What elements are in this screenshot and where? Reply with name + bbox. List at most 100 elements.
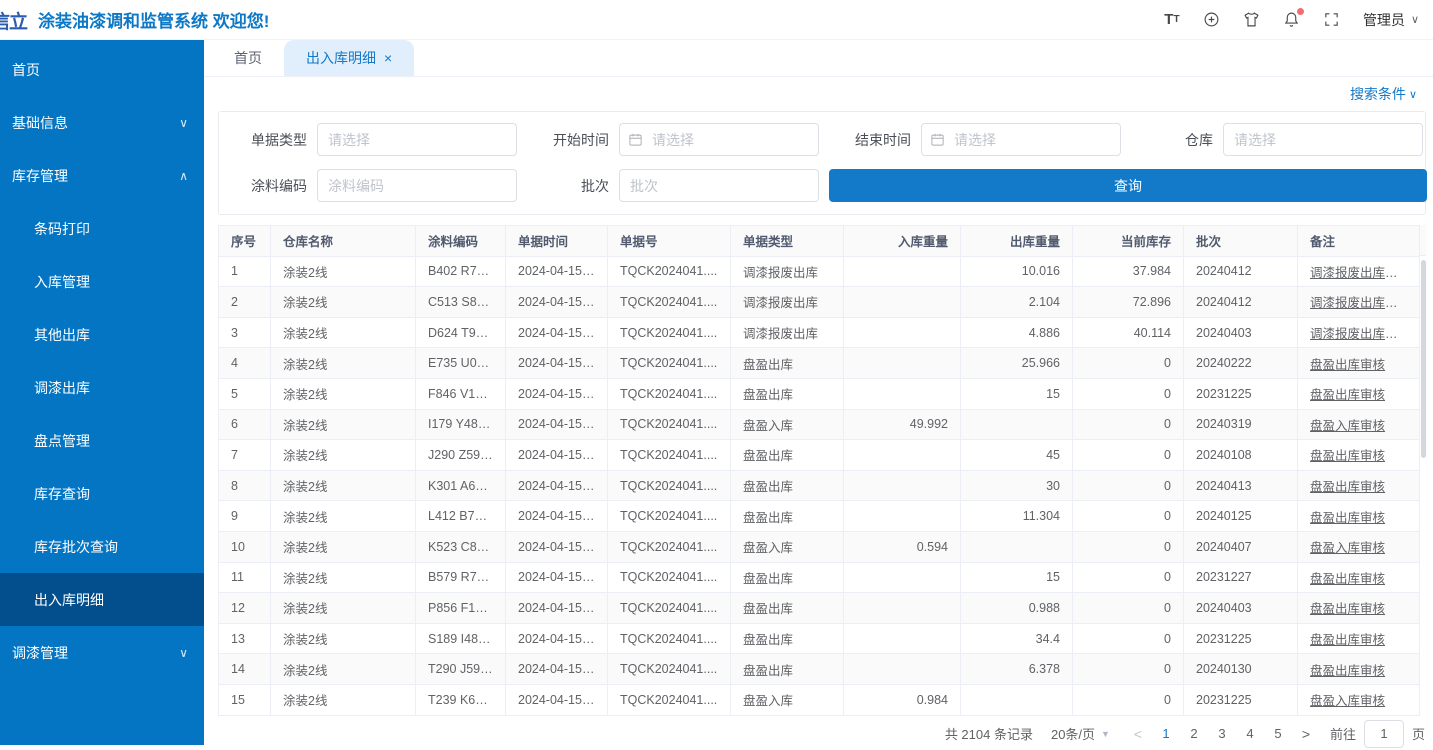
query-button[interactable]: 查询 <box>829 169 1427 202</box>
goto-page-input[interactable] <box>1364 720 1404 748</box>
goto-suffix: 页 <box>1412 724 1425 743</box>
column-header-7: 出库重量 <box>961 226 1073 257</box>
tab-label: 首页 <box>234 48 262 68</box>
search-panel: 单据类型开始时间结束时间仓库 涂料编码批次查询 <box>218 111 1426 215</box>
cell-序号: 9 <box>219 501 271 532</box>
cell-涂料编码: D624 T937-8DT <box>416 317 506 348</box>
user-menu[interactable]: 管理员 ∨ <box>1363 10 1419 30</box>
page-size-label: 20条/页 <box>1051 724 1095 743</box>
sidebar-item-label: 库存管理 <box>12 166 68 186</box>
bell-icon[interactable] <box>1283 11 1301 29</box>
cell-单据时间: 2024-04-15 14:... <box>506 623 608 654</box>
chevron-down-icon: ▼ <box>1101 729 1110 739</box>
cell-备注[interactable]: 盘盈出库审核 <box>1298 348 1420 379</box>
cell-出库重量: 25.966 <box>961 348 1073 379</box>
sidebar-item-7[interactable]: 盘点管理 <box>0 414 204 467</box>
cell-序号: 5 <box>219 378 271 409</box>
prev-page-button[interactable]: < <box>1124 720 1152 748</box>
cell-批次: 20240130 <box>1184 654 1298 685</box>
table-row: 12涂装2线P856 F159-0PF2024-04-15 14:...TQCK… <box>219 593 1420 624</box>
cell-当前库存: 0 <box>1073 440 1184 471</box>
font-size-icon[interactable]: TT <box>1163 11 1181 29</box>
close-icon[interactable]: × <box>384 51 392 65</box>
text-input[interactable] <box>619 169 819 202</box>
date-input[interactable] <box>921 123 1121 156</box>
sidebar-item-9[interactable]: 库存批次查询 <box>0 520 204 573</box>
cell-出库重量 <box>961 684 1073 715</box>
sidebar-item-5[interactable]: 其他出库 <box>0 308 204 361</box>
cell-仓库名称: 涂装2线 <box>271 593 416 624</box>
search-conditions-link[interactable]: 搜索条件 ∨ <box>1350 84 1417 104</box>
cell-备注[interactable]: 盘盈出库审核 <box>1298 623 1420 654</box>
sidebar-item-2[interactable]: 库存管理∧ <box>0 149 204 202</box>
cell-备注[interactable]: 盘盈出库审核 <box>1298 562 1420 593</box>
cell-入库重量 <box>844 256 961 287</box>
cell-批次: 20240412 <box>1184 287 1298 318</box>
cell-批次: 20240413 <box>1184 470 1298 501</box>
tab-0[interactable]: 首页 <box>212 40 284 76</box>
circle-plus-icon[interactable] <box>1203 11 1221 29</box>
table-row: 8涂装2线K301 A604-5KA2024-04-15 14:...TQCK2… <box>219 470 1420 501</box>
cell-备注[interactable]: 调漆报废出库审核 <box>1298 287 1420 318</box>
cell-备注[interactable]: 盘盈出库审核 <box>1298 593 1420 624</box>
cell-备注[interactable]: 调漆报废出库审核 <box>1298 256 1420 287</box>
search-row-2: 涂料编码批次查询 <box>219 169 1425 202</box>
cell-单据号: TQCK2024041.... <box>608 562 731 593</box>
text-input[interactable] <box>317 169 517 202</box>
search-conditions-label: 搜索条件 <box>1350 84 1406 104</box>
sidebar-item-3[interactable]: 条码打印 <box>0 202 204 255</box>
cell-备注[interactable]: 盘盈入库审核 <box>1298 684 1420 715</box>
select-input[interactable] <box>1223 123 1423 156</box>
table-row: 5涂装2线F846 V159-0FV2024-04-15 14:...TQCK2… <box>219 378 1420 409</box>
page-size-select[interactable]: 20条/页 ▼ <box>1051 724 1110 743</box>
logo-text: 信立 <box>0 12 27 33</box>
column-header-2: 涂料编码 <box>416 226 506 257</box>
table-row: 9涂装2线L412 B715-6LB2024-04-15 14:...TQCK2… <box>219 501 1420 532</box>
cell-入库重量: 0.984 <box>844 684 961 715</box>
sidebar-item-10[interactable]: 出入库明细 <box>0 573 204 626</box>
cell-入库重量 <box>844 623 961 654</box>
sidebar-item-label: 入库管理 <box>34 272 90 292</box>
cell-备注[interactable]: 盘盈出库审核 <box>1298 378 1420 409</box>
sidebar-item-0[interactable]: 首页 <box>0 43 204 96</box>
cell-备注[interactable]: 盘盈出库审核 <box>1298 654 1420 685</box>
cell-入库重量 <box>844 287 961 318</box>
cell-单据时间: 2024-04-15 14:... <box>506 501 608 532</box>
sidebar-item-11[interactable]: 调漆管理∨ <box>0 626 204 679</box>
page-number-3[interactable]: 3 <box>1208 720 1236 748</box>
table-row: 13涂装2线S189 I482-3SI2024-04-15 14:...TQCK… <box>219 623 1420 654</box>
cell-出库重量: 4.886 <box>961 317 1073 348</box>
cell-备注[interactable]: 盘盈入库审核 <box>1298 409 1420 440</box>
sidebar-item-4[interactable]: 入库管理 <box>0 255 204 308</box>
sidebar-item-1[interactable]: 基础信息∨ <box>0 96 204 149</box>
page-number-1[interactable]: 1 <box>1152 720 1180 748</box>
search-toggle-row: 搜索条件 ∨ <box>204 77 1433 111</box>
page-number-5[interactable]: 5 <box>1264 720 1292 748</box>
next-page-button[interactable]: > <box>1292 720 1320 748</box>
cell-备注[interactable]: 盘盈出库审核 <box>1298 470 1420 501</box>
select-input[interactable] <box>317 123 517 156</box>
cell-备注[interactable]: 盘盈出库审核 <box>1298 440 1420 471</box>
cell-入库重量 <box>844 440 961 471</box>
page-number-2[interactable]: 2 <box>1180 720 1208 748</box>
tab-bar: 首页 出入库明细× <box>204 40 1433 77</box>
fullscreen-icon[interactable] <box>1323 11 1341 29</box>
cell-当前库存: 40.114 <box>1073 317 1184 348</box>
date-input[interactable] <box>619 123 819 156</box>
tab-1[interactable]: 出入库明细× <box>284 40 414 76</box>
table-scrollbar-thumb[interactable] <box>1421 260 1426 458</box>
page-number-4[interactable]: 4 <box>1236 720 1264 748</box>
cell-仓库名称: 涂装2线 <box>271 409 416 440</box>
cell-序号: 8 <box>219 470 271 501</box>
sidebar-item-6[interactable]: 调漆出库 <box>0 361 204 414</box>
cell-备注[interactable]: 盘盈出库审核 <box>1298 501 1420 532</box>
theme-shirt-icon[interactable] <box>1243 11 1261 29</box>
cell-单据时间: 2024-04-15 14:... <box>506 562 608 593</box>
cell-单据时间: 2024-04-15 14:... <box>506 440 608 471</box>
sidebar-item-8[interactable]: 库存查询 <box>0 467 204 520</box>
sidebar-item-label: 调漆管理 <box>12 643 68 663</box>
search-field-label: 结束时间 <box>823 130 911 150</box>
cell-备注[interactable]: 调漆报废出库审核 <box>1298 317 1420 348</box>
column-header-6: 入库重量 <box>844 226 961 257</box>
cell-备注[interactable]: 盘盈入库审核 <box>1298 531 1420 562</box>
